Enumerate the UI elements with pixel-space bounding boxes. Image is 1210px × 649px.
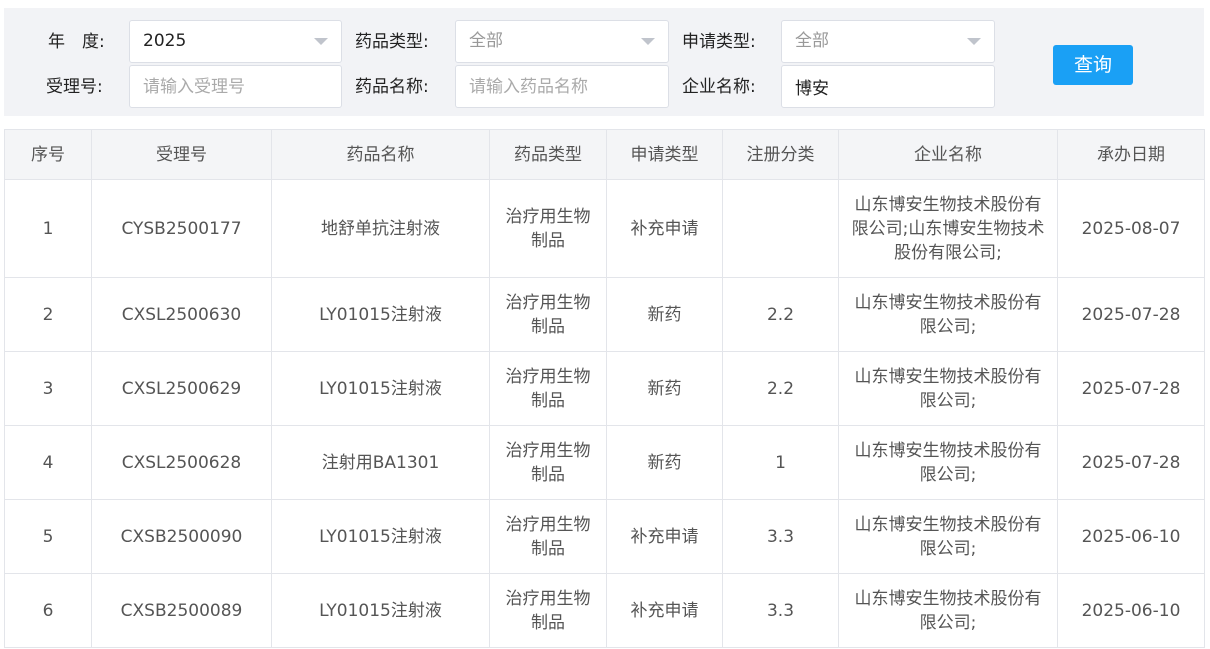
apply-type-label: 申请类型: xyxy=(682,32,756,52)
header-drug-type: 药品类型 xyxy=(489,129,607,180)
cell-date: 2025-06-10 xyxy=(1057,499,1205,574)
cell-no: 6 xyxy=(4,573,92,648)
cell-drug-type: 治疗用生物制品 xyxy=(489,179,607,278)
header-no: 序号 xyxy=(4,129,92,180)
cell-reg-class xyxy=(722,179,839,278)
cell-drug-name: 地舒单抗注射液 xyxy=(271,179,490,278)
cell-reg-class: 2.2 xyxy=(722,277,839,352)
cell-drug-name: LY01015注射液 xyxy=(271,499,490,574)
cell-date: 2025-08-07 xyxy=(1057,179,1205,278)
accept-no-label: 受理号: xyxy=(46,77,103,97)
header-accept-no: 受理号 xyxy=(91,129,272,180)
cell-reg-class: 2.2 xyxy=(722,351,839,426)
cell-accept-no: CXSL2500630 xyxy=(91,277,272,352)
accept-no-field xyxy=(129,65,342,108)
cell-reg-class: 3.3 xyxy=(722,573,839,648)
cell-drug-name: LY01015注射液 xyxy=(271,573,490,648)
header-drug-name: 药品名称 xyxy=(271,129,490,180)
cell-apply-type: 补充申请 xyxy=(606,573,723,648)
cell-apply-type: 补充申请 xyxy=(606,499,723,574)
cell-apply-type: 新药 xyxy=(606,277,723,352)
accept-no-input[interactable] xyxy=(143,66,341,107)
cell-accept-no: CXSL2500628 xyxy=(91,425,272,500)
header-reg-class: 注册分类 xyxy=(722,129,839,180)
cell-company: 山东博安生物技术股份有限公司; xyxy=(838,499,1058,574)
cell-drug-type: 治疗用生物制品 xyxy=(489,425,607,500)
cell-drug-type: 治疗用生物制品 xyxy=(489,277,607,352)
header-date: 承办日期 xyxy=(1057,129,1205,180)
cell-apply-type: 新药 xyxy=(606,351,723,426)
cell-no: 4 xyxy=(4,425,92,500)
cell-no: 2 xyxy=(4,277,92,352)
chevron-down-icon xyxy=(314,38,328,45)
cell-drug-type: 治疗用生物制品 xyxy=(489,499,607,574)
cell-accept-no: CXSL2500629 xyxy=(91,351,272,426)
company-field xyxy=(781,65,995,108)
header-company: 企业名称 xyxy=(838,129,1058,180)
year-label: 年 度: xyxy=(48,32,105,52)
table-row[interactable]: 3 CXSL2500629 LY01015注射液 治疗用生物制品 新药 2.2 … xyxy=(4,351,1205,426)
table-row[interactable]: 1 CYSB2500177 地舒单抗注射液 治疗用生物制品 补充申请 山东博安生… xyxy=(4,179,1205,278)
cell-date: 2025-07-28 xyxy=(1057,425,1205,500)
cell-no: 3 xyxy=(4,351,92,426)
cell-date: 2025-07-28 xyxy=(1057,277,1205,352)
cell-reg-class: 1 xyxy=(722,425,839,500)
drug-name-field xyxy=(455,65,669,108)
table-row[interactable]: 4 CXSL2500628 注射用BA1301 治疗用生物制品 新药 1 山东博… xyxy=(4,425,1205,500)
cell-company: 山东博安生物技术股份有限公司; xyxy=(838,277,1058,352)
cell-drug-type: 治疗用生物制品 xyxy=(489,573,607,648)
cell-company: 山东博安生物技术股份有限公司; xyxy=(838,573,1058,648)
chevron-down-icon xyxy=(967,38,981,45)
query-button[interactable]: 查询 xyxy=(1053,45,1133,85)
cell-no: 1 xyxy=(4,179,92,278)
chevron-down-icon xyxy=(641,38,655,45)
drug-type-select[interactable]: 全部 xyxy=(455,20,669,63)
cell-drug-name: LY01015注射液 xyxy=(271,351,490,426)
drug-name-input[interactable] xyxy=(469,66,668,107)
year-select-value: 2025 xyxy=(143,31,187,51)
cell-company: 山东博安生物技术股份有限公司;山东博安生物技术股份有限公司; xyxy=(838,179,1058,278)
apply-type-select-value: 全部 xyxy=(795,31,829,51)
cell-no: 5 xyxy=(4,499,92,574)
cell-drug-name: 注射用BA1301 xyxy=(271,425,490,500)
cell-apply-type: 新药 xyxy=(606,425,723,500)
cell-drug-name: LY01015注射液 xyxy=(271,277,490,352)
year-select[interactable]: 2025 xyxy=(129,20,342,63)
cell-apply-type: 补充申请 xyxy=(606,179,723,278)
drug-name-label: 药品名称: xyxy=(355,77,429,97)
company-input[interactable] xyxy=(795,66,994,107)
table-header-row: 序号 受理号 药品名称 药品类型 申请类型 注册分类 企业名称 承办日期 xyxy=(4,129,1205,180)
header-apply-type: 申请类型 xyxy=(606,129,723,180)
table-row[interactable]: 2 CXSL2500630 LY01015注射液 治疗用生物制品 新药 2.2 … xyxy=(4,277,1205,352)
results-table: 序号 受理号 药品名称 药品类型 申请类型 注册分类 企业名称 承办日期 1 C… xyxy=(4,129,1205,648)
cell-date: 2025-06-10 xyxy=(1057,573,1205,648)
drug-type-select-value: 全部 xyxy=(469,31,503,51)
table-row[interactable]: 6 CXSB2500089 LY01015注射液 治疗用生物制品 补充申请 3.… xyxy=(4,573,1205,648)
table-row[interactable]: 5 CXSB2500090 LY01015注射液 治疗用生物制品 补充申请 3.… xyxy=(4,499,1205,574)
cell-drug-type: 治疗用生物制品 xyxy=(489,351,607,426)
cell-date: 2025-07-28 xyxy=(1057,351,1205,426)
cell-accept-no: CXSB2500089 xyxy=(91,573,272,648)
cell-accept-no: CYSB2500177 xyxy=(91,179,272,278)
cell-reg-class: 3.3 xyxy=(722,499,839,574)
cell-company: 山东博安生物技术股份有限公司; xyxy=(838,351,1058,426)
apply-type-select[interactable]: 全部 xyxy=(781,20,995,63)
cell-accept-no: CXSB2500090 xyxy=(91,499,272,574)
cell-company: 山东博安生物技术股份有限公司; xyxy=(838,425,1058,500)
drug-type-label: 药品类型: xyxy=(355,32,429,52)
company-label: 企业名称: xyxy=(682,77,756,97)
